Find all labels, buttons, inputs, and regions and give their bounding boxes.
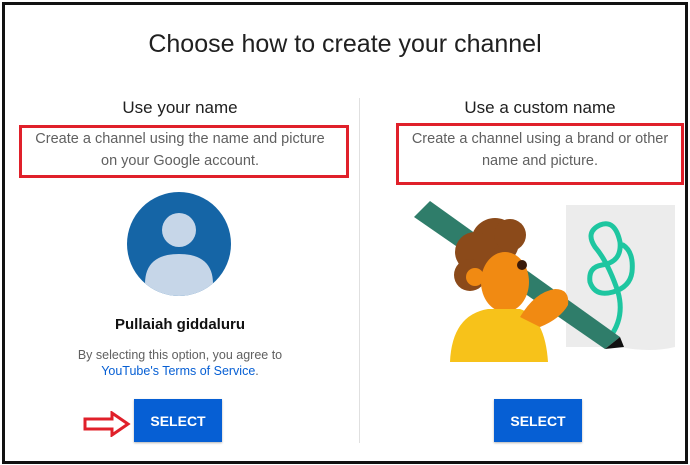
use-custom-name-heading: Use a custom name [464, 98, 616, 117]
terms-suffix: . [255, 364, 259, 378]
select-your-name-button[interactable]: SELECT [134, 399, 222, 442]
dialog-title: Choose how to create your channel [148, 30, 542, 58]
select-custom-name-button[interactable]: SELECT [494, 399, 582, 442]
terms-agreement: By selecting this option, you agree to Y… [0, 347, 360, 379]
user-name: Pullaiah giddaluru [114, 316, 245, 333]
red-highlight-box [19, 125, 349, 178]
avatar [127, 192, 231, 296]
use-your-name-heading: Use your name [122, 98, 238, 117]
default-user-icon [145, 213, 213, 296]
brand-illustration-icon [414, 201, 675, 362]
agreement-text: By selecting this option, you agree to [77, 348, 283, 362]
red-arrow-icon [83, 411, 131, 437]
red-highlight-box [396, 123, 684, 185]
terms-of-service-link[interactable]: YouTube's Terms of Service [101, 364, 255, 378]
